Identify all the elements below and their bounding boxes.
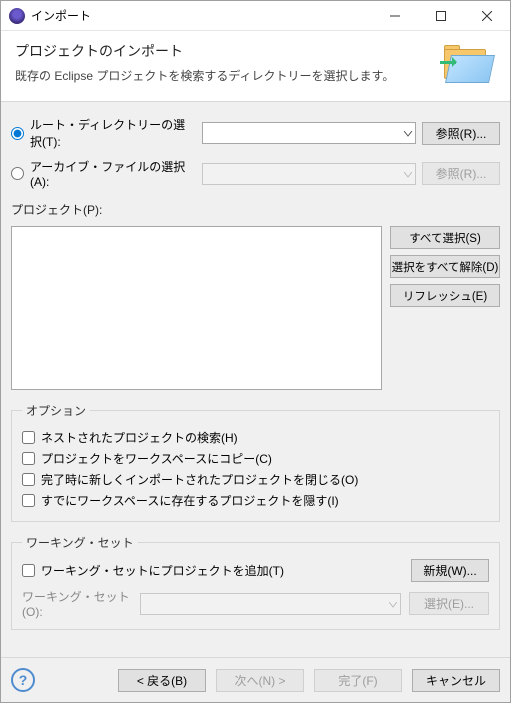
projects-area: すべて選択(S) 選択をすべて解除(D) リフレッシュ(E) [11,226,500,390]
archive-file-radio-text: アーカイブ・ファイルの選択(A): [30,158,196,189]
archive-file-radio-label[interactable]: アーカイブ・ファイルの選択(A): [11,158,196,189]
next-button: 次へ(N) > [216,669,304,692]
add-to-working-set-checkbox[interactable] [22,564,35,577]
archive-file-combo [202,163,416,185]
projects-list[interactable] [11,226,382,390]
archive-file-input [202,163,416,185]
nested-projects-checkbox[interactable] [22,431,35,444]
add-to-working-set-label[interactable]: ワーキング・セットにプロジェクトを追加(T) [22,560,405,581]
working-set-input [140,593,401,615]
window-title: インポート [31,7,372,24]
working-set-combo-label: ワーキング・セット(O): [22,588,132,619]
deselect-all-button[interactable]: 選択をすべて解除(D) [390,255,500,278]
wizard-content: ルート・ディレクトリーの選択(T): 参照(R)... アーカイブ・ファイルの選… [1,102,510,657]
nested-projects-label: ネストされたプロジェクトの検索(H) [41,429,238,446]
root-directory-radio[interactable] [11,127,24,140]
select-working-set-button: 選択(E)... [409,592,489,615]
root-directory-radio-text: ルート・ディレクトリーの選択(T): [30,116,196,150]
archive-browse-button: 参照(R)... [422,162,500,185]
page-title: プロジェクトのインポート [15,41,430,61]
options-legend: オプション [22,402,90,419]
root-directory-radio-label[interactable]: ルート・ディレクトリーの選択(T): [11,116,196,150]
close-imported-checkbox[interactable] [22,473,35,486]
archive-file-row: アーカイブ・ファイルの選択(A): 参照(R)... [11,158,500,189]
app-icon [9,8,25,24]
projects-label: プロジェクト(P): [11,201,500,218]
root-directory-input[interactable] [202,122,416,144]
root-directory-combo[interactable] [202,122,416,144]
copy-to-workspace-label: プロジェクトをワークスペースにコピー(C) [41,450,272,467]
copy-to-workspace-checkbox[interactable] [22,452,35,465]
finish-button: 完了(F) [314,669,402,692]
archive-file-radio[interactable] [11,167,24,180]
working-sets-legend: ワーキング・セット [22,534,138,551]
import-dialog: インポート プロジェクトのインポート 既存の Eclipse プロジェクトを検索… [0,0,511,703]
help-button[interactable]: ? [11,668,35,692]
close-imported-label: 完了時に新しくインポートされたプロジェクトを閉じる(O) [41,471,358,488]
page-description: 既存の Eclipse プロジェクトを検索するディレクトリーを選択します。 [15,67,430,84]
back-button[interactable]: < 戻る(B) [118,669,206,692]
wizard-footer: ? < 戻る(B) 次へ(N) > 完了(F) キャンセル [1,657,510,702]
add-to-working-set-text: ワーキング・セットにプロジェクトを追加(T) [41,562,284,579]
hide-existing-label: すでにワークスペースに存在するプロジェクトを隠す(I) [41,492,339,509]
new-working-set-button[interactable]: 新規(W)... [411,559,489,582]
select-all-button[interactable]: すべて選択(S) [390,226,500,249]
import-folder-icon [440,43,496,87]
options-fieldset: オプション ネストされたプロジェクトの検索(H) プロジェクトをワークスペースに… [11,402,500,522]
hide-existing-checkbox[interactable] [22,494,35,507]
root-directory-row: ルート・ディレクトリーの選択(T): 参照(R)... [11,116,500,150]
cancel-button[interactable]: キャンセル [412,669,500,692]
wizard-header: プロジェクトのインポート 既存の Eclipse プロジェクトを検索するディレク… [1,31,510,102]
working-sets-fieldset: ワーキング・セット ワーキング・セットにプロジェクトを追加(T) 新規(W)..… [11,534,500,630]
minimize-button[interactable] [372,1,418,31]
refresh-button[interactable]: リフレッシュ(E) [390,284,500,307]
working-set-combo [140,593,401,615]
root-browse-button[interactable]: 参照(R)... [422,122,500,145]
maximize-button[interactable] [418,1,464,31]
titlebar: インポート [1,1,510,31]
close-button[interactable] [464,1,510,31]
